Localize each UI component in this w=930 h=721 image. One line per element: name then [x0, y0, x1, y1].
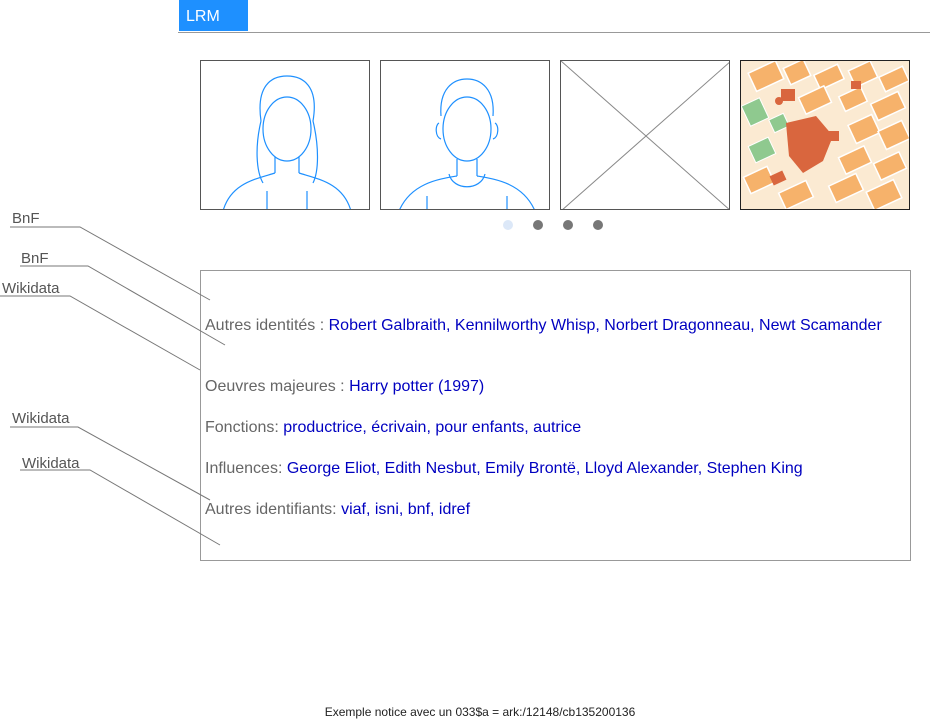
- annotation-leader-lines: [0, 226, 226, 546]
- footer-caption: Exemple notice avec un 033$a = ark:/1214…: [324, 705, 636, 719]
